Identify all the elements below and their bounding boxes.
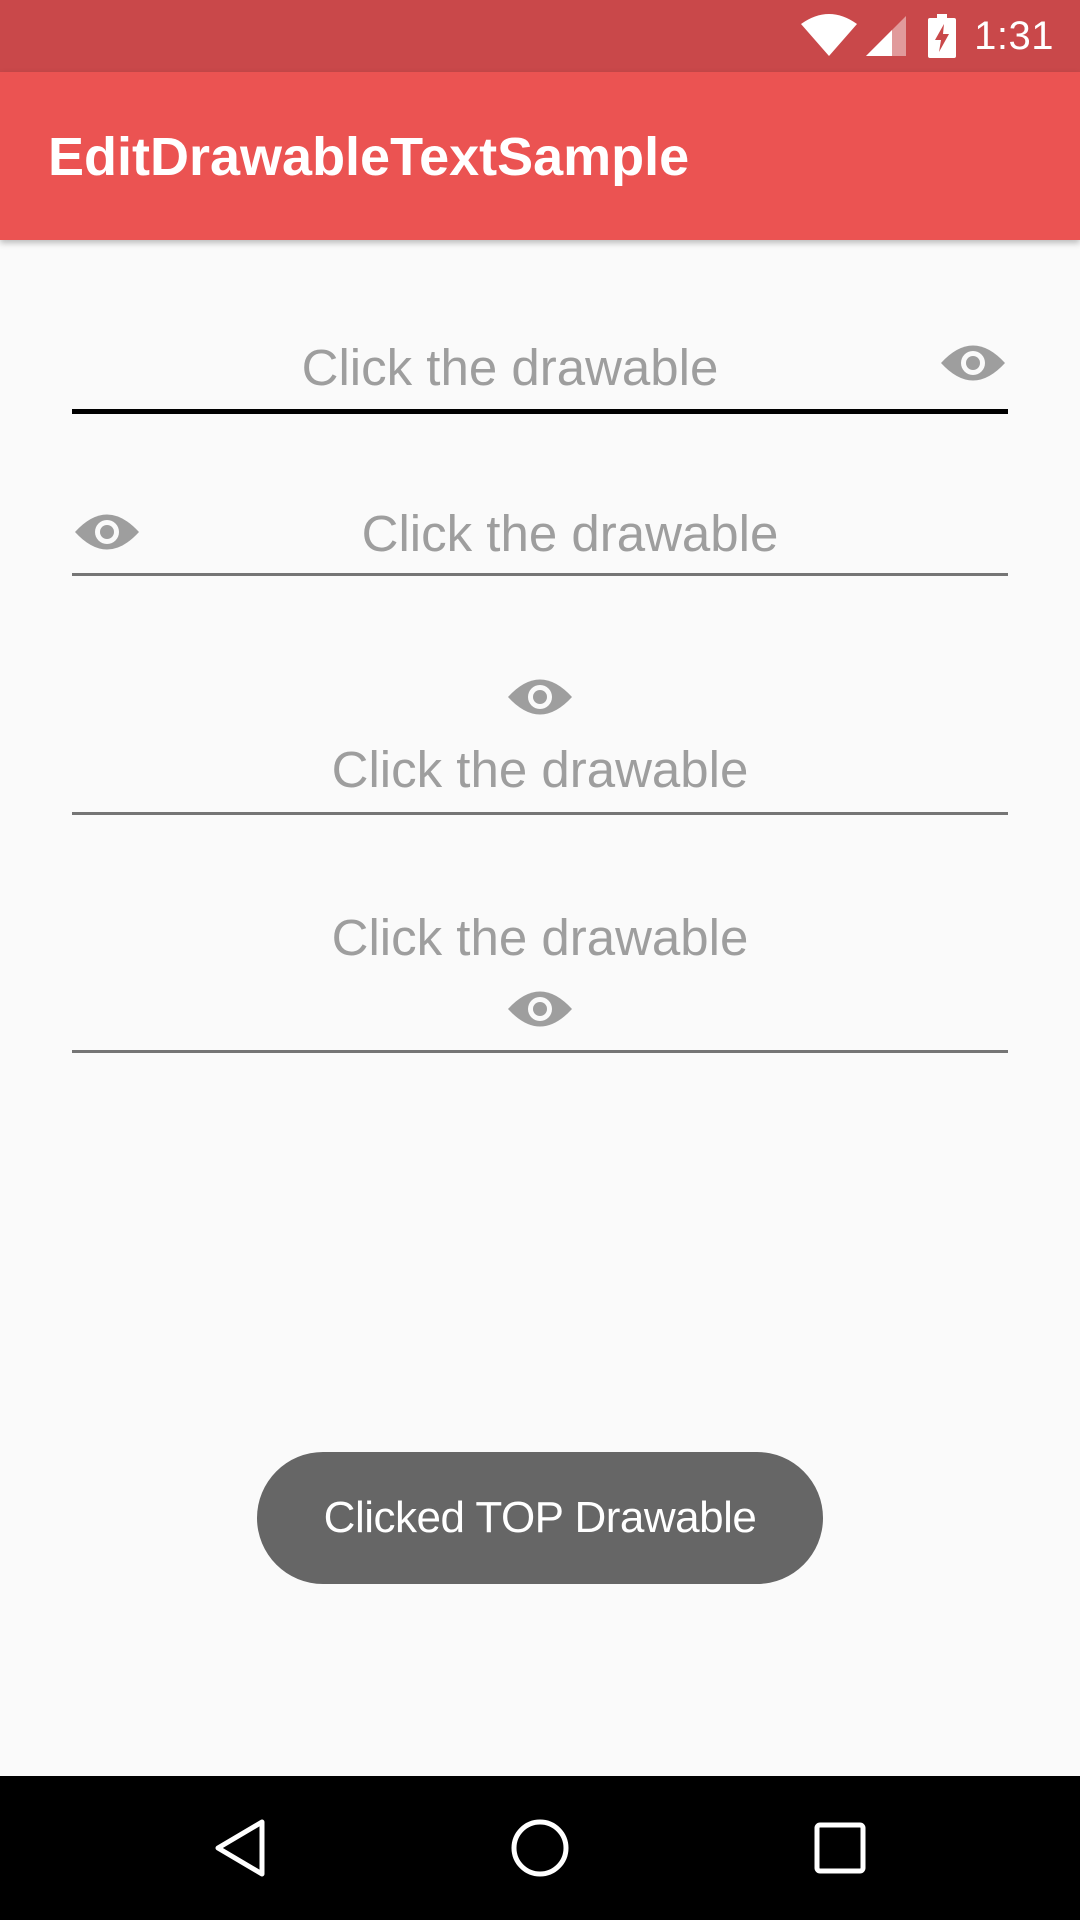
screen: 1:31 EditDrawableTextSample Click the dr… <box>0 0 1080 1920</box>
status-icons: 1:31 <box>800 0 1054 72</box>
edit-text-hint: Click the drawable <box>301 339 719 396</box>
edit-text-drawable-top[interactable]: Click the drawable <box>72 660 1008 820</box>
cell-signal-icon <box>866 16 907 56</box>
back-icon[interactable] <box>204 1812 276 1884</box>
edit-text-drawable-right[interactable]: Click the drawable <box>72 320 1008 420</box>
wifi-icon <box>801 14 858 56</box>
edit-text-underline <box>72 409 1008 414</box>
eye-icon[interactable] <box>74 511 140 553</box>
edit-text-underline <box>72 573 1008 576</box>
edit-text-drawable-bottom[interactable]: Click the drawable <box>72 900 1008 1056</box>
status-time: 1:31 <box>974 13 1054 58</box>
navigation-bar <box>0 1776 1080 1920</box>
edit-text-hint: Click the drawable <box>331 741 749 798</box>
edit-text-hint: Click the drawable <box>361 505 779 562</box>
eye-icon[interactable] <box>507 988 573 1030</box>
eye-icon[interactable] <box>507 676 573 718</box>
app-title: EditDrawableTextSample <box>48 127 690 187</box>
recents-icon[interactable] <box>804 1812 876 1884</box>
edit-text-underline <box>72 812 1008 815</box>
toast: Clicked TOP Drawable <box>257 1452 823 1584</box>
toast-message: Clicked TOP Drawable <box>323 1493 757 1542</box>
home-icon[interactable] <box>504 1812 576 1884</box>
edit-text-underline <box>72 1050 1008 1053</box>
battery-charging-icon <box>928 14 957 58</box>
status-bar: 1:31 <box>0 0 1080 72</box>
edit-text-drawable-left[interactable]: Click the drawable <box>72 486 1008 578</box>
edit-text-hint: Click the drawable <box>331 909 749 966</box>
eye-icon[interactable] <box>940 342 1006 384</box>
app-bar: EditDrawableTextSample <box>0 72 1080 240</box>
